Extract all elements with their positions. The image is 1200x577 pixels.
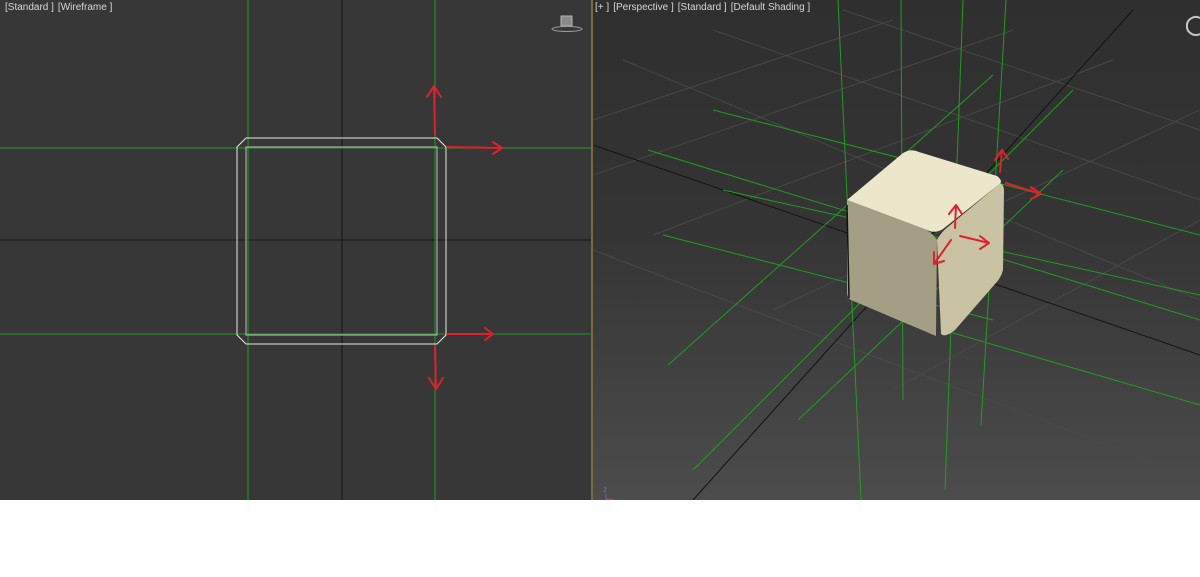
navigation-icon[interactable] [1186,14,1200,36]
empty-canvas-area [0,500,1200,577]
axis-tripod-icon: z [600,482,622,500]
arrow-annotation-icon [426,85,503,390]
axis-z-label: z [603,485,607,494]
shaded-cube [846,150,1004,336]
right-viewport-canvas [593,0,1200,500]
left-viewport-canvas [0,0,591,500]
viewcube-icon[interactable] [551,12,583,34]
left-viewport[interactable]: [Standard ] [Wireframe ] [0,0,591,500]
right-viewport[interactable]: [+ ] [Perspective ] [Standard ] [Default Sh… [593,0,1200,500]
